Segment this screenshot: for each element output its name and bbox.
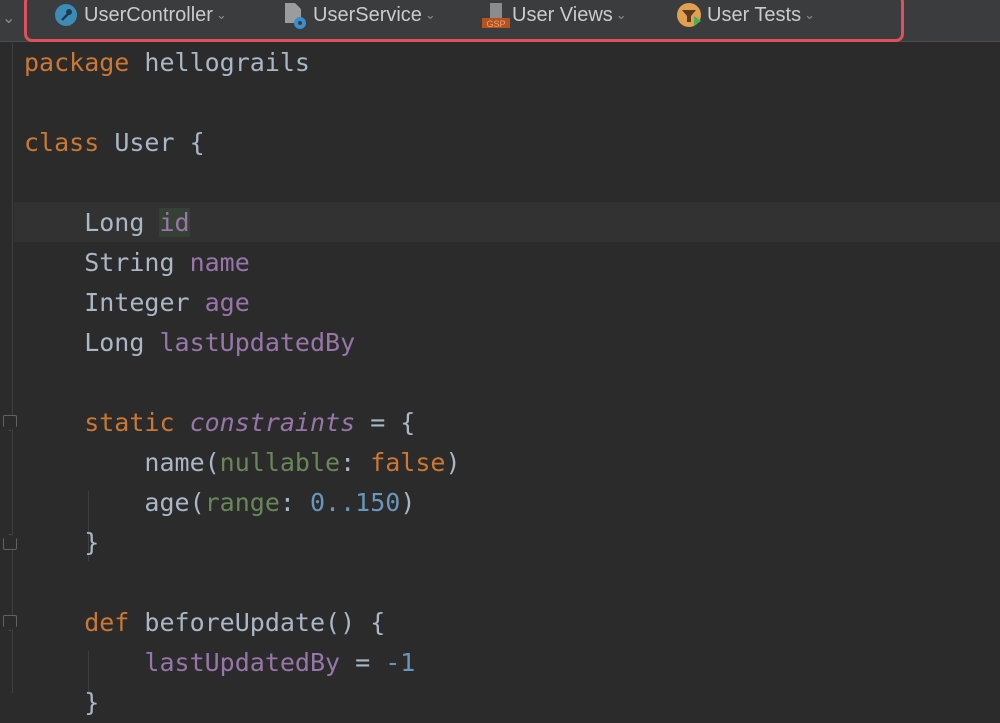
code-token: Long xyxy=(24,328,160,357)
code-line: lastUpdatedBy = -1 xyxy=(24,643,415,683)
code-token: } xyxy=(24,688,100,717)
code-token: = xyxy=(340,648,386,677)
code-line: Integer age xyxy=(24,283,250,323)
nav-item-user-views[interactable]: GSP User Views ⌄ xyxy=(482,3,627,29)
fold-icon[interactable] xyxy=(3,534,17,550)
code-line: name(nullable: false) xyxy=(24,443,461,483)
service-gear-icon xyxy=(283,3,307,29)
code-token: lastUpdatedBy xyxy=(159,328,356,357)
chevron-down-icon: ⌄ xyxy=(804,7,816,22)
gsp-badge-text: GSP xyxy=(486,19,505,29)
wrench-icon xyxy=(54,3,78,27)
code-token: 0..150 xyxy=(310,488,401,517)
nav-item-user-tests[interactable]: User Tests ⌄ xyxy=(677,3,815,27)
code-line: age(range: 0..150) xyxy=(24,483,415,523)
nav-item-label: UserController xyxy=(84,3,213,26)
fold-icon[interactable] xyxy=(3,615,17,631)
code-line: Long lastUpdatedBy xyxy=(24,323,355,363)
code-line: package hellograils xyxy=(24,43,310,83)
code-token: beforeUpdate() { xyxy=(144,608,386,637)
code-token: hellograils xyxy=(129,48,310,77)
code-token: ) xyxy=(400,488,416,517)
code-line: Long id xyxy=(24,203,190,243)
code-token: false xyxy=(370,448,446,477)
chevron-down-icon: ⌄ xyxy=(424,7,436,22)
code-token: def xyxy=(24,608,145,637)
code-line: } xyxy=(24,683,99,723)
code-line: String name xyxy=(24,243,250,283)
nav-item-user-service[interactable]: UserService ⌄ xyxy=(283,3,436,29)
code-editor[interactable]: package hellograils class User { Long id … xyxy=(0,43,1000,717)
code-token: : xyxy=(340,448,371,477)
code-token: age xyxy=(204,288,250,317)
code-token: : xyxy=(279,488,310,517)
code-line: } xyxy=(24,523,99,563)
code-token: age( xyxy=(24,488,205,517)
code-line: static constraints = { xyxy=(24,403,415,443)
code-token: class xyxy=(24,128,100,157)
code-token: ) xyxy=(445,448,461,477)
nav-item-label: User Tests xyxy=(707,3,802,26)
nav-item-user-controller[interactable]: UserController ⌄ xyxy=(54,3,227,27)
code-token: = { xyxy=(355,408,416,437)
code-token: String xyxy=(24,248,190,277)
code-token: } xyxy=(24,528,100,557)
code-token: constraints xyxy=(189,408,356,437)
code-line: def beforeUpdate() { xyxy=(24,603,385,643)
code-token: static xyxy=(24,408,190,437)
chevron-down-icon: ⌄ xyxy=(615,7,627,22)
code-token: nullable xyxy=(219,448,341,477)
code-token: Long xyxy=(24,208,160,237)
code-token: package xyxy=(24,48,130,77)
navigation-bar: ⌄ UserController ⌄ UserService ⌄ GSP Use… xyxy=(0,0,1000,42)
gutter xyxy=(12,43,13,693)
chevron-down-icon: ⌄ xyxy=(215,7,227,22)
code-token: User { xyxy=(99,128,205,157)
fold-icon[interactable] xyxy=(3,415,17,431)
nav-item-label: User Views xyxy=(512,3,613,26)
gsp-file-icon: GSP xyxy=(482,3,510,29)
code-token: lastUpdatedBy xyxy=(24,648,341,677)
code-token: id xyxy=(159,208,190,237)
nav-item-label: UserService xyxy=(313,3,422,26)
code-token: Integer xyxy=(24,288,205,317)
code-token: name( xyxy=(24,448,220,477)
code-token: name xyxy=(189,248,250,277)
code-token: -1 xyxy=(385,648,416,677)
code-line: class User { xyxy=(24,123,205,163)
chevron-down-icon[interactable]: ⌄ xyxy=(2,8,15,28)
code-token: range xyxy=(204,488,280,517)
test-icon xyxy=(677,3,701,27)
